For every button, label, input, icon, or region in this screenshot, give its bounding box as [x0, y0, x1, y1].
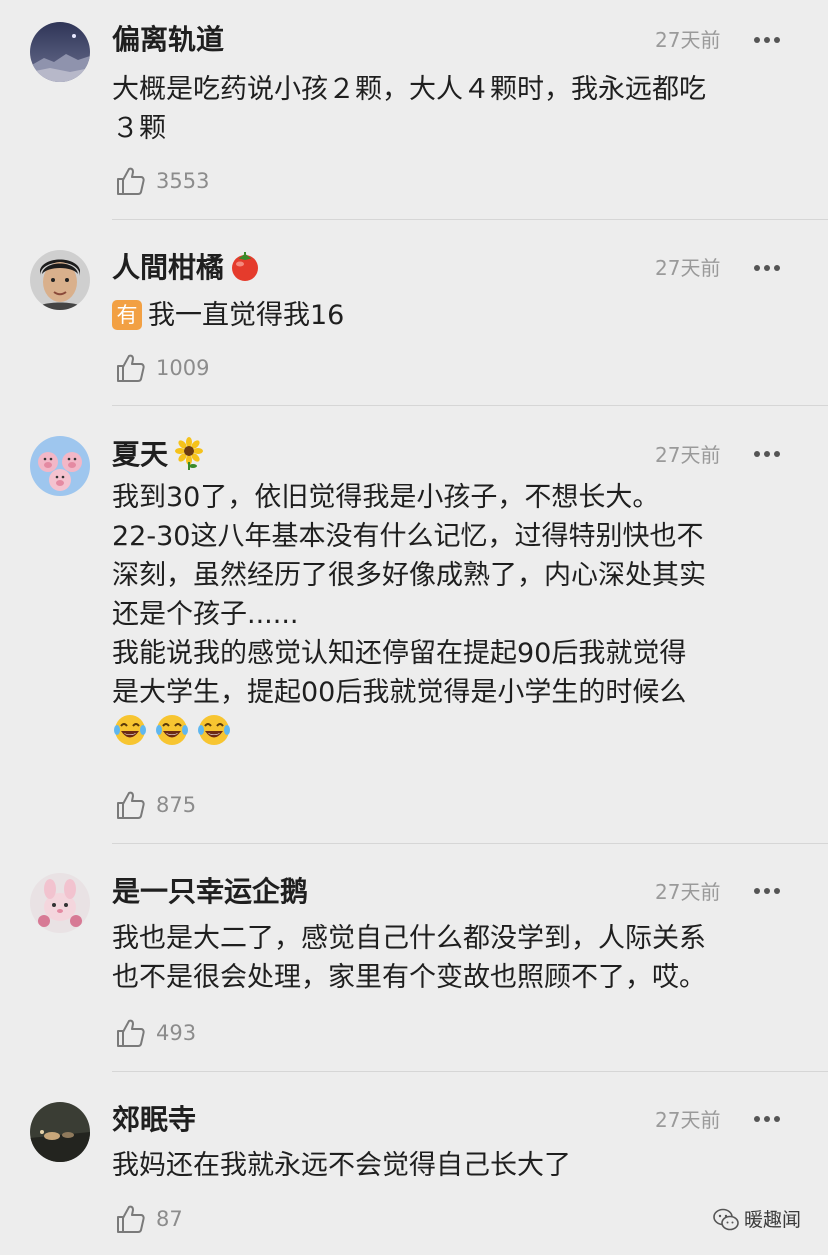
like-count: 875: [156, 793, 197, 817]
tears-of-joy-icon: [156, 715, 188, 745]
comment-text-line: 我妈还在我就永远不会觉得自己长大了: [112, 1150, 571, 1181]
avatar[interactable]: [30, 22, 90, 82]
like-count: 1009: [156, 356, 210, 380]
person-face-avatar-icon: [30, 250, 90, 310]
watermark-text: 暖趣闻: [744, 1209, 802, 1231]
comment-time: 27天前: [655, 28, 721, 52]
comment-author-name[interactable]: 是一只幸运企鹅: [112, 872, 308, 912]
comment-text: 有我一直觉得我16: [112, 296, 802, 335]
comment-text-line: 是大学生，提起00后我就觉得是小学生的时候么: [112, 677, 687, 708]
divider: [112, 843, 828, 844]
comment-time: 27天前: [655, 443, 721, 467]
divider: [112, 405, 828, 406]
plush-toy-avatar-icon: [30, 873, 90, 933]
more-dots-icon: [754, 1116, 780, 1122]
comment-text-line: 我一直觉得我16: [148, 300, 345, 331]
avatar[interactable]: [30, 873, 90, 933]
comment-text-line: ３颗: [112, 113, 166, 144]
avatar[interactable]: [30, 436, 90, 496]
comment-time: 27天前: [655, 880, 721, 904]
thumbs-up-icon: [117, 354, 145, 382]
avatar[interactable]: [30, 250, 90, 310]
comment-author-name[interactable]: 人間柑橘: [112, 248, 262, 288]
dark-scene-avatar-icon: [30, 1102, 90, 1162]
sunflower-icon: [175, 437, 204, 470]
comment-author-name[interactable]: 偏离轨道: [112, 20, 224, 60]
tears-of-joy-icon: [198, 715, 230, 745]
comment-text: 大概是吃药说小孩２颗，大人４颗时，我永远都吃 ３颗: [112, 70, 802, 148]
divider: [112, 219, 828, 220]
more-options-button[interactable]: [752, 871, 782, 911]
comment-author-name-text: 夏天: [112, 438, 169, 471]
more-options-button[interactable]: [752, 1099, 782, 1139]
wechat-icon: [713, 1208, 739, 1231]
more-options-button[interactable]: [752, 248, 782, 288]
comment-text: 我到30了，依旧觉得我是小孩子，不想长大。 22-30这八年基本没有什么记忆，过…: [112, 478, 802, 753]
thumbs-up-icon: [117, 167, 145, 195]
comment-text-line: 大概是吃药说小孩２颗，大人４颗时，我永远都吃: [112, 74, 706, 105]
more-dots-icon: [754, 888, 780, 894]
more-dots-icon: [754, 265, 780, 271]
more-dots-icon: [754, 451, 780, 457]
comment-time: 27天前: [655, 1108, 721, 1132]
comment-text: 我也是大二了，感觉自己什么都没学到，人际关系 也不是很会处理，家里有个变故也照顾…: [112, 919, 802, 997]
more-dots-icon: [754, 37, 780, 43]
comment-text-line: 深刻，虽然经历了很多好像成熟了，内心深处其实: [112, 560, 706, 591]
comment-text-line: 我到30了，依旧觉得我是小孩子，不想长大。: [112, 482, 660, 513]
pink-pigs-avatar-icon: [30, 436, 90, 496]
comments-page: 偏离轨道 27天前 大概是吃药说小孩２颗，大人４颗时，我永远都吃 ３颗 3553: [0, 0, 828, 1255]
emoji-line: [112, 712, 802, 753]
comment-text-line: 22-30这八年基本没有什么记忆，过得特别快也不: [112, 521, 704, 552]
divider: [112, 1071, 828, 1072]
tears-of-joy-icon: [114, 715, 146, 745]
like-count: 3553: [156, 169, 210, 193]
comment-author-name-text: 人間柑橘: [112, 251, 225, 284]
like-count: 493: [156, 1021, 197, 1045]
comment-text-line: 我能说我的感觉认知还停留在提起90后我就觉得: [112, 638, 687, 669]
more-options-button[interactable]: [752, 20, 782, 60]
thumbs-up-icon: [117, 1205, 145, 1233]
badge: 有: [112, 300, 142, 330]
avatar[interactable]: [30, 1102, 90, 1162]
thumbs-up-icon: [117, 1019, 145, 1047]
tomato-icon: [232, 252, 259, 281]
comment-author-name[interactable]: 夏天: [112, 435, 206, 475]
comment-text-line: 也不是很会处理，家里有个变故也照顾不了，哎。: [112, 962, 706, 993]
comment-text: 我妈还在我就永远不会觉得自己长大了: [112, 1146, 802, 1185]
night-landscape-avatar-icon: [30, 22, 90, 82]
comment-author-name[interactable]: 郊眠寺: [112, 1100, 196, 1140]
comment-text-line: 我也是大二了，感觉自己什么都没学到，人际关系: [112, 923, 706, 954]
comment-time: 27天前: [655, 256, 721, 280]
comment-text-line: 还是个孩子......: [112, 599, 299, 630]
thumbs-up-icon: [117, 791, 145, 819]
like-count: 87: [156, 1207, 183, 1231]
more-options-button[interactable]: [752, 434, 782, 474]
